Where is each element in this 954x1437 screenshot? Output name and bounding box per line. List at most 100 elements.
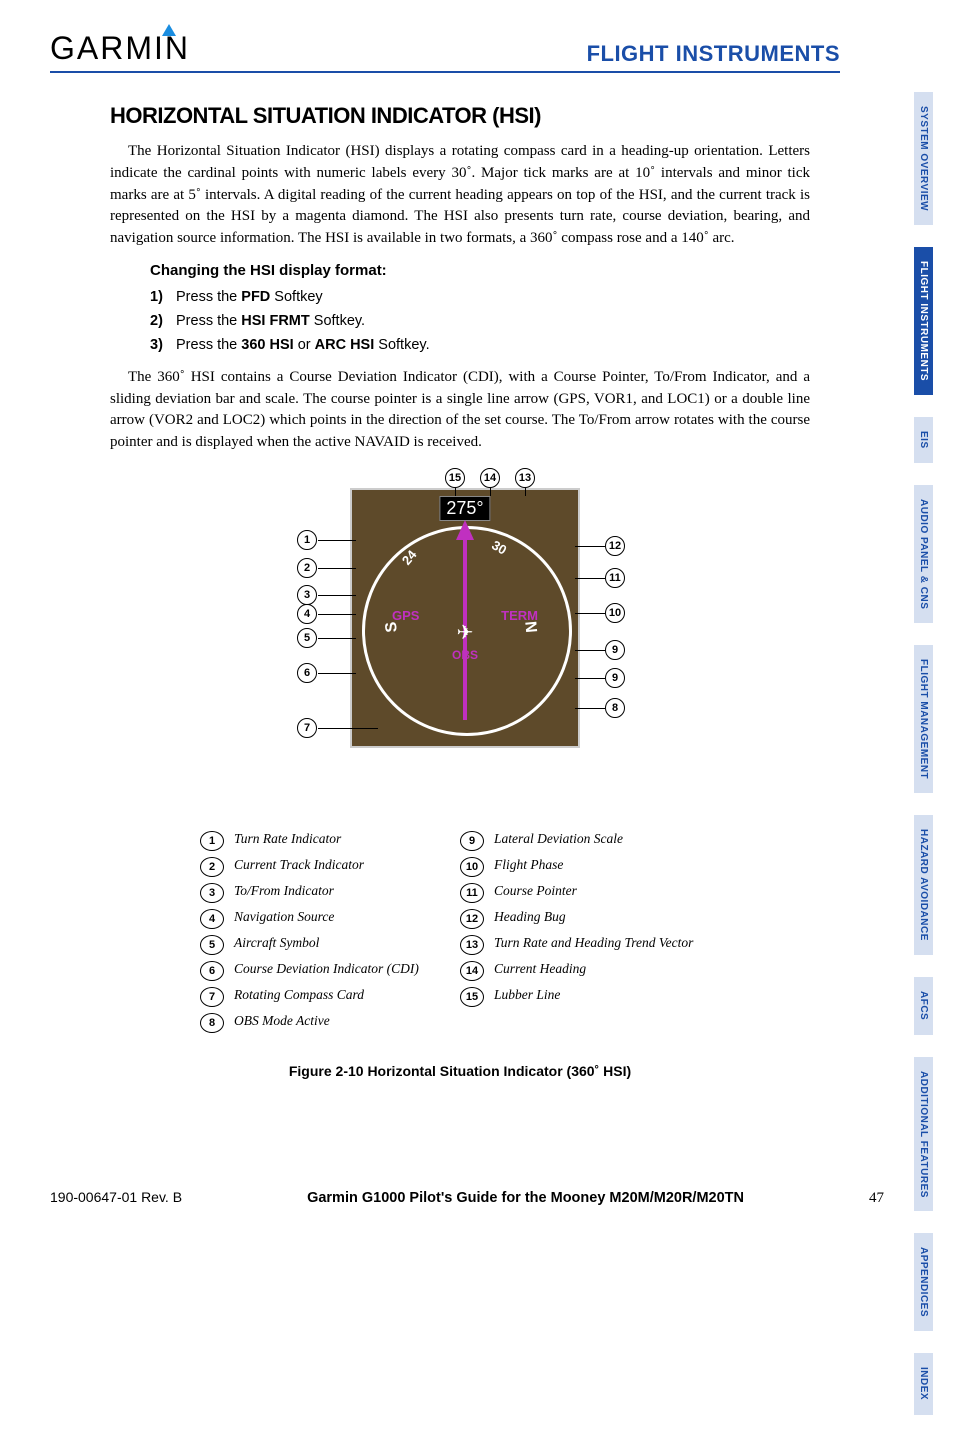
legend-text: Lateral Deviation Scale (494, 831, 623, 847)
hsi-display: 275° GPS TERM OBS ✈ N S 24 30 (350, 488, 580, 748)
logo-triangle-icon (162, 24, 176, 36)
legend-row: 13 Turn Rate and Heading Trend Vector (460, 935, 720, 955)
callout-2: 2 (297, 558, 317, 578)
paragraph-2: The 360˚ HSI contains a Course Deviation… (110, 367, 810, 454)
legend-text: To/From Indicator (234, 883, 334, 899)
side-tab[interactable]: HAZARD AVOIDANCE (914, 815, 933, 955)
step-1: 1)Press the PFD Softkey (150, 289, 810, 305)
legend-num: 6 (200, 961, 224, 981)
legend-text: Current Heading (494, 961, 586, 977)
legend-text: Flight Phase (494, 857, 563, 873)
side-tab[interactable]: AUDIO PANEL & CNS (914, 485, 933, 623)
section-title: FLIGHT INSTRUMENTS (587, 41, 840, 67)
legend-row: 1 Turn Rate Indicator (200, 831, 460, 851)
legend-num: 4 (200, 909, 224, 929)
callout-3: 3 (297, 585, 317, 605)
legend-row: 2 Current Track Indicator (200, 857, 460, 877)
legend-row: 4 Navigation Source (200, 909, 460, 929)
callout-12: 12 (605, 536, 625, 556)
legend-text: Lubber Line (494, 987, 560, 1003)
legend-num: 13 (460, 935, 484, 955)
callout-8: 8 (605, 698, 625, 718)
page-number: 47 (869, 1190, 884, 1207)
figure-caption: Figure 2-10 Horizontal Situation Indicat… (110, 1063, 810, 1079)
legend-num: 3 (200, 883, 224, 903)
cardinal-s: S (383, 621, 402, 633)
page-title: HORIZONTAL SITUATION INDICATOR (HSI) (110, 103, 810, 129)
legend-row: 15 Lubber Line (460, 987, 720, 1007)
procedure-steps: 1)Press the PFD Softkey 2)Press the HSI … (150, 289, 810, 353)
legend-text: Aircraft Symbol (234, 935, 319, 951)
doc-id: 190-00647-01 Rev. B (50, 1189, 182, 1205)
callout-9a: 9 (605, 668, 625, 688)
legend-row: 12 Heading Bug (460, 909, 720, 929)
legend-num: 15 (460, 987, 484, 1007)
page-header: GARMIN FLIGHT INSTRUMENTS (50, 30, 840, 73)
side-tab[interactable]: INDEX (914, 1353, 933, 1414)
side-tab[interactable]: ADDITIONAL FEATURES (914, 1057, 933, 1212)
side-tab[interactable]: FLIGHT MANAGEMENT (914, 645, 933, 793)
legend-row: 3 To/From Indicator (200, 883, 460, 903)
paragraph-1: The Horizontal Situation Indicator (HSI)… (110, 141, 810, 250)
figure-legend: 1 Turn Rate Indicator 2 Current Track Indic… (200, 831, 720, 1039)
legend-num: 7 (200, 987, 224, 1007)
legend-text: Course Pointer (494, 883, 577, 899)
callout-13: 13 (515, 468, 535, 488)
side-tab[interactable]: SYSTEM OVERVIEW (914, 92, 933, 225)
page-footer: 190-00647-01 Rev. B Garmin G1000 Pilot's… (50, 1189, 884, 1207)
side-tab[interactable]: AFCS (914, 977, 933, 1034)
hsi-heading-readout: 275° (439, 496, 490, 521)
legend-col-left: 1 Turn Rate Indicator 2 Current Track Indic… (200, 831, 460, 1039)
legend-text: Turn Rate Indicator (234, 831, 341, 847)
procedure-heading: Changing the HSI display format: (150, 262, 810, 279)
course-pointer-icon (456, 520, 474, 540)
legend-row: 10 Flight Phase (460, 857, 720, 877)
legend-num: 1 (200, 831, 224, 851)
legend-row: 14 Current Heading (460, 961, 720, 981)
side-tab[interactable]: FLIGHT INSTRUMENTS (914, 247, 933, 395)
legend-text: Rotating Compass Card (234, 987, 364, 1003)
aircraft-symbol-icon: ✈ (457, 620, 474, 645)
legend-text: Heading Bug (494, 909, 566, 925)
legend-row: 6 Course Deviation Indicator (CDI) (200, 961, 460, 981)
legend-row: 9 Lateral Deviation Scale (460, 831, 720, 851)
brand-logo: GARMIN (50, 30, 190, 67)
legend-row: 11 Course Pointer (460, 883, 720, 903)
callout-9b: 9 (605, 640, 625, 660)
callout-11: 11 (605, 568, 625, 588)
legend-row: 8 OBS Mode Active (200, 1013, 460, 1033)
callout-15: 15 (445, 468, 465, 488)
doc-title: Garmin G1000 Pilot's Guide for the Moone… (307, 1190, 744, 1206)
callout-7: 7 (297, 718, 317, 738)
legend-text: Course Deviation Indicator (CDI) (234, 961, 419, 977)
callout-10: 10 (605, 603, 625, 623)
side-tab[interactable]: EIS (914, 417, 933, 463)
legend-col-right: 9 Lateral Deviation Scale 10 Flight Phase 11… (460, 831, 720, 1039)
legend-text: OBS Mode Active (234, 1013, 330, 1029)
legend-row: 7 Rotating Compass Card (200, 987, 460, 1007)
step-3: 3)Press the 360 HSI or ARC HSI Softkey. (150, 337, 810, 353)
callout-5: 5 (297, 628, 317, 648)
legend-num: 14 (460, 961, 484, 981)
obs-mode-label: OBS (452, 648, 478, 662)
side-tab[interactable]: APPENDICES (914, 1233, 933, 1331)
legend-num: 9 (460, 831, 484, 851)
legend-row: 5 Aircraft Symbol (200, 935, 460, 955)
callout-4: 4 (297, 604, 317, 624)
callout-14: 14 (480, 468, 500, 488)
hsi-figure: 275° GPS TERM OBS ✈ N S 24 30 1 2 3 4 (240, 468, 680, 808)
legend-num: 10 (460, 857, 484, 877)
callout-1: 1 (297, 530, 317, 550)
legend-num: 2 (200, 857, 224, 877)
legend-text: Current Track Indicator (234, 857, 364, 873)
legend-num: 5 (200, 935, 224, 955)
legend-text: Navigation Source (234, 909, 334, 925)
legend-num: 12 (460, 909, 484, 929)
legend-num: 11 (460, 883, 484, 903)
legend-text: Turn Rate and Heading Trend Vector (494, 935, 693, 951)
legend-num: 8 (200, 1013, 224, 1033)
callout-6: 6 (297, 663, 317, 683)
step-2: 2)Press the HSI FRMT Softkey. (150, 313, 810, 329)
figure-wrapper: 275° GPS TERM OBS ✈ N S 24 30 1 2 3 4 (110, 468, 810, 1079)
cardinal-n: N (520, 620, 539, 633)
